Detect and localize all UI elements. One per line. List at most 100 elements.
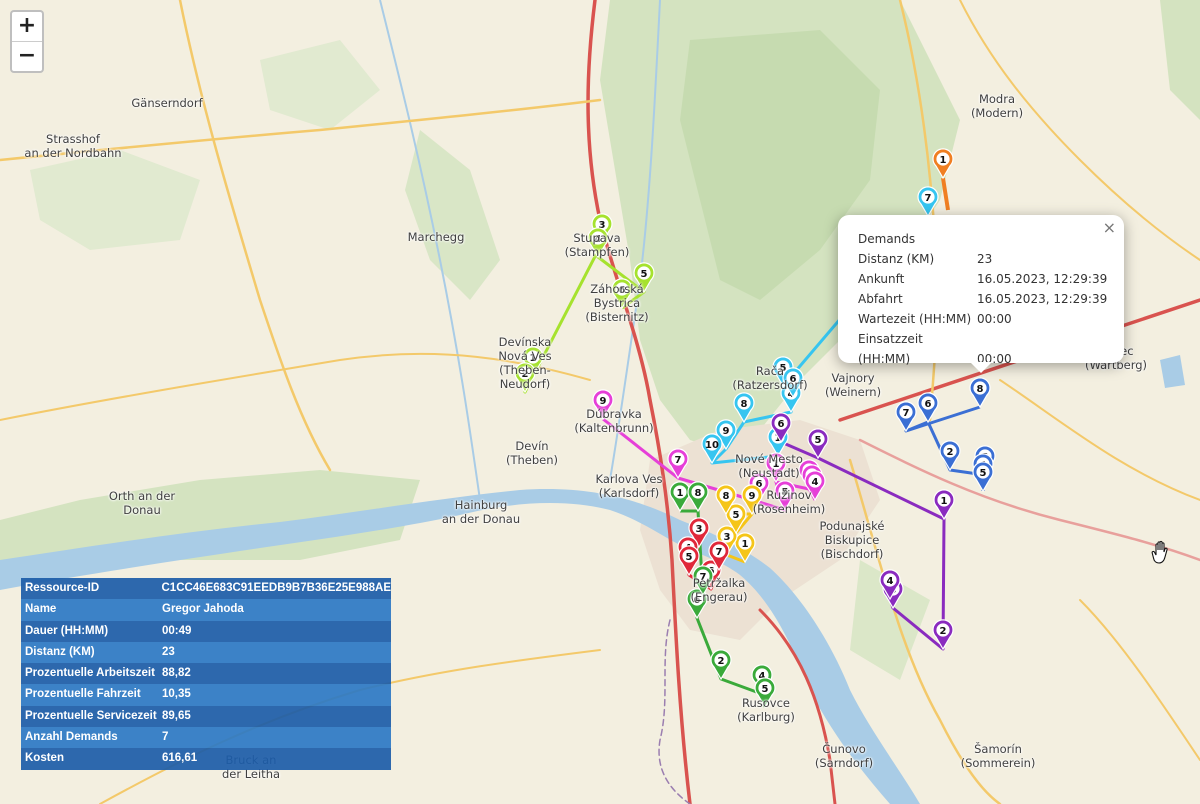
place-label-line: an der Nordbahn (24, 146, 122, 160)
place-label-zahorska: Záhorská Bystrica (Bisternitz) (585, 282, 648, 324)
route-stop-number: 2 (718, 656, 725, 667)
place-label-line: (Theben- (499, 363, 551, 377)
popup-row: Einsatzzeit (HH:MM) 00:00 (858, 329, 1012, 366)
resource-info-value: 89,65 (162, 709, 191, 722)
route-stop-number: 10 (705, 440, 719, 451)
place-label-cunovo: Čunovo (Sarndorf) (815, 742, 873, 770)
route-stop-number: 9 (600, 396, 607, 407)
route-stop-number: 6 (925, 399, 932, 410)
popup-row-value: 00:00 (977, 312, 1012, 326)
place-label-line: Rača (755, 364, 785, 378)
place-label-line: (Stampfen) (564, 245, 630, 259)
resource-info-row: Distanz (KM) 23 (21, 641, 391, 664)
place-label-line: (Neustadt) (738, 466, 800, 480)
route-stop-number: 5 (762, 684, 769, 695)
place-label-line: Neudorf) (499, 377, 551, 391)
place-label-ruzinov: Ružinov (Rosenheim) (753, 488, 826, 516)
place-label-line: (Engerau) (690, 590, 748, 604)
popup-row-label: Ankunft (858, 272, 905, 286)
resource-info-row: Name Gregor Jahoda (21, 599, 391, 621)
resource-info-value: 10,35 (162, 688, 191, 701)
place-label-marchegg: Marchegg (408, 230, 465, 244)
route-stop-number: 9 (723, 426, 730, 437)
place-label-line: (Modern) (970, 106, 1024, 120)
route-stop-number: 3 (724, 532, 731, 543)
popup-row: Abfahrt 16.05.2023, 12:29:39 (858, 289, 1107, 309)
place-label-line: Záhorská (590, 282, 644, 296)
place-label-line: Orth an der (108, 489, 176, 503)
place-label-line: Devínska (498, 335, 552, 349)
place-label-line: (Bischdorf) (820, 547, 884, 561)
popup-title: Demands (858, 232, 916, 246)
place-label-gaenserndorf: Gänserndorf (131, 96, 202, 110)
place-label-raca: Rača (Ratzersdorf) (732, 364, 807, 392)
route-stop-number: 8 (695, 488, 702, 499)
resource-info-value: C1CC46E683C91EEDB9B7B36E25E988AE (161, 582, 392, 594)
route-stop-number: 8 (977, 384, 984, 395)
resource-info-row: Kosten 616,61 (21, 748, 391, 770)
place-label-line: Šamorín (974, 742, 1022, 756)
route-stop-number: 5 (641, 269, 648, 280)
place-label-line: Nové Mesto (735, 452, 803, 466)
place-label-karlova: Karlova Ves (Karlsdorf) (596, 472, 663, 500)
route-stop-number: 1 (742, 539, 749, 550)
popup-row-value: 16.05.2023, 12:29:39 (977, 292, 1108, 306)
route-stop-number: 5 (980, 468, 987, 479)
popup-row-label: Abfahrt (858, 292, 903, 306)
resource-info-value: 616,61 (162, 752, 198, 765)
place-label-line: (Karlsdorf) (598, 486, 660, 500)
resource-info-label: Kosten (25, 752, 64, 765)
resource-info-value: 23 (162, 645, 175, 658)
resource-info-label: Distanz (KM) (25, 645, 95, 658)
place-label-devinska: Devínska Nová Ves (Theben- Neudorf) (498, 335, 551, 391)
place-label-line: Čunovo (822, 742, 866, 756)
place-label-line: Podunajské (819, 519, 885, 533)
route-stop-number: 8 (741, 399, 748, 410)
popup-row-label: Distanz (KM) (858, 252, 935, 266)
route-stop-number: 4 (887, 576, 894, 587)
place-label-line: (Karlburg) (737, 710, 795, 724)
place-label-line: (Theben) (505, 453, 559, 467)
zoom-out-button[interactable]: − (12, 41, 42, 71)
resource-info-label: Ressource-ID (25, 582, 100, 594)
route-stop-number: 5 (686, 552, 693, 563)
place-label-line: an der Donau (441, 512, 521, 526)
popup-close-button[interactable]: × (1103, 218, 1116, 237)
place-label-line: (Sommerein) (960, 756, 1036, 770)
place-label-podunajske: Podunajské Biskupice (Bischdorf) (820, 519, 885, 561)
route-stop-number: 2 (947, 447, 954, 458)
zoom-in-button[interactable]: + (12, 12, 42, 41)
place-label-vajnory: Vajnory (Weinern) (825, 371, 881, 399)
place-label-line: (Bisternitz) (585, 310, 649, 324)
place-label-line: (Rosenheim) (752, 502, 826, 516)
resource-info-value: 88,82 (162, 667, 191, 680)
popup-row: Ankunft 16.05.2023, 12:29:39 (858, 269, 1107, 289)
place-label-line: Petržalka (692, 576, 746, 590)
popup-row-value: 23 (977, 252, 993, 266)
place-label-line: Devín (515, 439, 549, 453)
place-label-rusovce: Rusovce (Karlburg) (737, 696, 795, 724)
place-label-line: (Ratzersdorf) (732, 378, 808, 392)
resource-info-value: Gregor Jahoda (162, 603, 244, 616)
demand-popup: × Demands Distanz (KM) 23 Ankunft 16.05.20… (838, 215, 1124, 373)
place-label-line: (Sarndorf) (814, 756, 874, 770)
place-label-stupava: Stupava (Stampfen) (565, 231, 630, 259)
resource-info-value: 7 (162, 731, 169, 744)
route-stop-number: 5 (733, 510, 740, 521)
place-label-line: Nová Ves (498, 349, 552, 363)
place-label-line: Ružinov (766, 488, 812, 502)
place-label-line: Hainburg (454, 498, 508, 512)
place-label-novemesto: Nové Mesto (Neustadt) (735, 452, 803, 480)
place-label-line: Gänserndorf (131, 96, 203, 110)
place-label-line: Bystrica (593, 296, 641, 310)
route-stop-number: 1 (940, 155, 947, 166)
route-stop-number: 3 (696, 524, 703, 535)
popup-row-label: Einsatzzeit (HH:MM) (858, 332, 923, 366)
place-label-orth: Orth an der Donau (109, 489, 175, 517)
place-label-strasshof: Strasshof an der Nordbahn (24, 132, 121, 160)
resource-info-label: Dauer (HH:MM) (25, 624, 109, 637)
resource-info-row: Prozentuelle Servicezeit 89,65 (21, 705, 391, 728)
place-label-line: (Weinern) (824, 385, 882, 399)
place-label-modra: Modra (Modern) (971, 92, 1023, 120)
place-label-line: Strasshof (46, 132, 100, 146)
